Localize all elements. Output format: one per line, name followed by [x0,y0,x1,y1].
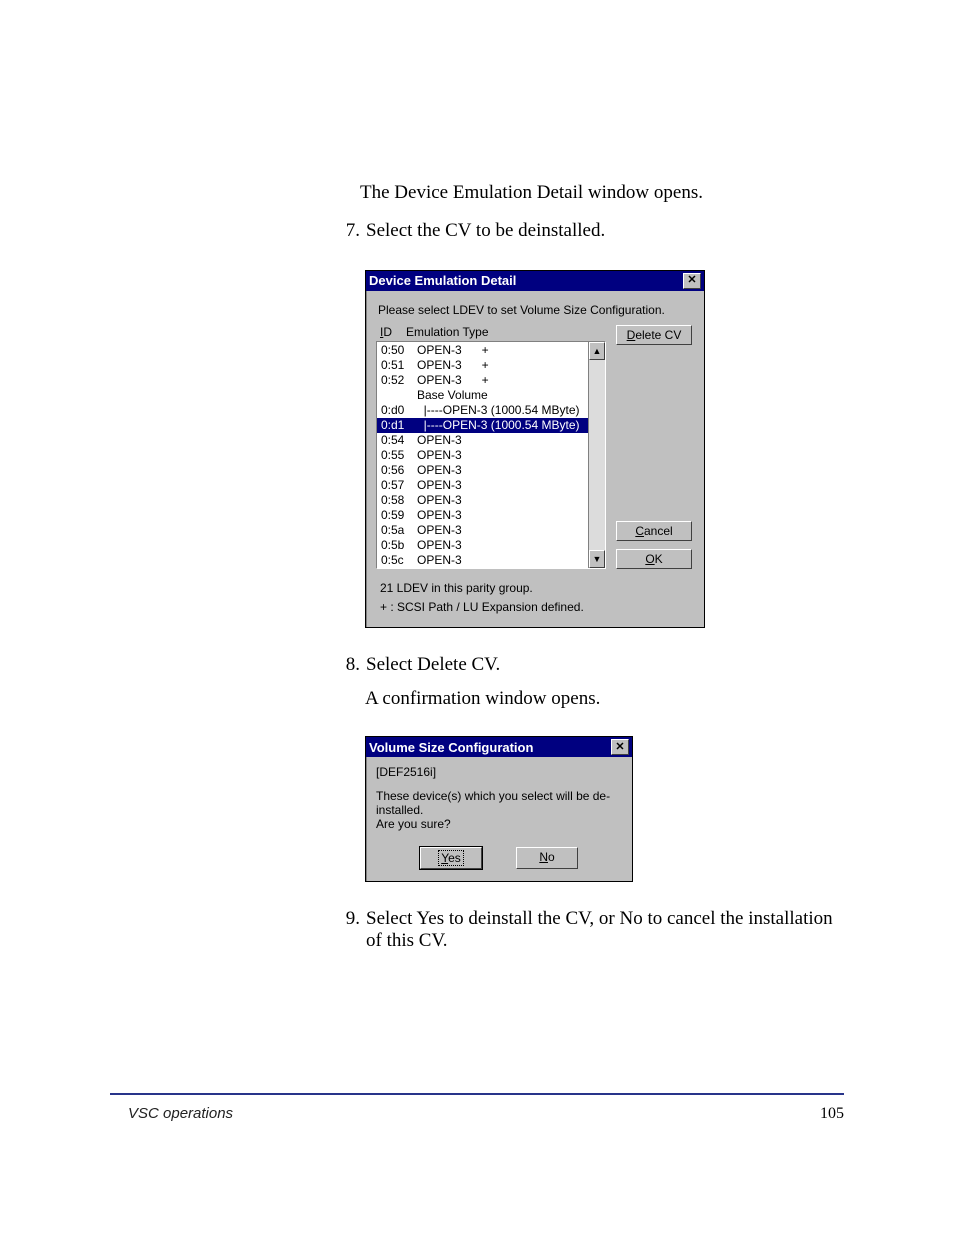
status-legend: + : SCSI Path / LU Expansion defined. [380,598,694,617]
volume-size-confirmation-dialog: Volume Size Configuration ✕ [DEF2516i] T… [365,736,633,882]
scrollbar[interactable]: ▲ ▼ [588,342,605,568]
yes-button[interactable]: Yes [420,847,482,869]
titlebar: Volume Size Configuration ✕ [366,737,632,757]
col-emulation: Emulation Type [406,325,489,339]
footer-rule [110,1093,844,1095]
step-text: Select Yes to deinstall the CV, or No to… [366,908,844,952]
list-item[interactable]: 0:56OPEN-3 [377,463,588,478]
delete-cv-button[interactable]: Delete CV [616,325,692,345]
step-number: 7. [330,220,366,242]
step-number: 8. [330,654,366,676]
list-item[interactable]: 0:58OPEN-3 [377,493,588,508]
step-text: Select Delete CV. [366,654,500,676]
step-9: 9. Select Yes to deinstall the CV, or No… [330,908,844,952]
step-number: 9. [330,908,366,952]
list-item[interactable]: 0:5bOPEN-3 [377,538,588,553]
intro-line: The Device Emulation Detail window opens… [360,180,844,206]
list-item[interactable]: 0:50OPEN-3 + [377,343,588,358]
list-header: ID Emulation Type [376,325,606,341]
list-item[interactable]: 0:57OPEN-3 [377,478,588,493]
list-item[interactable]: 0:59OPEN-3 [377,508,588,523]
dialog-title: Volume Size Configuration [369,740,533,755]
footer-section: VSC operations [128,1105,233,1123]
list-item[interactable]: Base Volume [377,388,588,403]
list-item[interactable]: 0:5cOPEN-3 [377,553,588,568]
list-item[interactable]: 0:d1 |----OPEN-3 (1000.54 MByte) [377,418,588,433]
page-number: 105 [820,1105,844,1123]
step-7: 7. Select the CV to be deinstalled. [330,220,844,242]
col-id: ID [380,325,392,339]
list-item[interactable]: 0:51OPEN-3 + [377,358,588,373]
list-item[interactable]: 0:d0 |----OPEN-3 (1000.54 MByte) [377,403,588,418]
confirm-line: A confirmation window opens. [365,688,844,710]
titlebar: Device Emulation Detail ✕ [366,271,704,291]
dialog-instruction: Please select LDEV to set Volume Size Co… [378,303,694,317]
confirm-message-2: Are you sure? [376,817,622,831]
close-icon[interactable]: ✕ [611,739,629,755]
step-text: Select the CV to be deinstalled. [366,220,605,242]
dialog-title: Device Emulation Detail [369,273,516,288]
cancel-button[interactable]: Cancel [616,521,692,541]
status-ldev-count: 21 LDEV in this parity group. [380,579,694,598]
no-button[interactable]: No [516,847,578,869]
device-emulation-dialog: Device Emulation Detail ✕ Please select … [365,270,705,628]
close-icon[interactable]: ✕ [683,273,701,289]
confirm-message-1: These device(s) which you select will be… [376,789,622,817]
scroll-down-icon[interactable]: ▼ [589,550,605,568]
step-8: 8. Select Delete CV. [330,654,844,676]
ldev-listbox[interactable]: 0:50OPEN-3 +0:51OPEN-3 +0:52OPEN-3 +Base… [376,341,606,569]
error-code: [DEF2516i] [376,765,622,779]
list-item[interactable]: 0:5aOPEN-3 [377,523,588,538]
list-item[interactable]: 0:52OPEN-3 + [377,373,588,388]
ok-button[interactable]: OK [616,549,692,569]
scroll-up-icon[interactable]: ▲ [589,342,605,360]
list-item[interactable]: 0:55OPEN-3 [377,448,588,463]
list-item[interactable]: 0:54OPEN-3 [377,433,588,448]
